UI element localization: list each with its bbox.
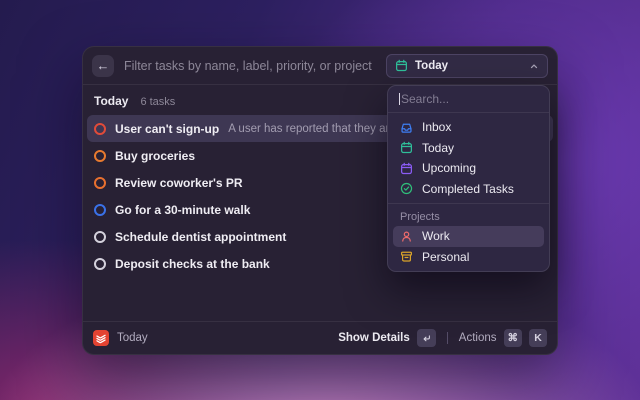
filter-tasks-input[interactable] (124, 59, 376, 73)
task-count: 6 tasks (140, 96, 175, 108)
archive-box-icon (400, 250, 413, 263)
calendar-today-icon (395, 59, 408, 72)
task-title: Schedule dentist appointment (115, 230, 286, 244)
command-key: ⌘ (504, 329, 523, 347)
dropdown-item-label: Upcoming (422, 161, 476, 175)
return-key-icon (417, 329, 436, 347)
chevron-up-icon (529, 61, 539, 71)
dropdown-item-completed-tasks[interactable]: Completed Tasks (393, 179, 544, 200)
task-checkbox-circle[interactable] (94, 150, 106, 162)
footer-context-label: Today (117, 332, 148, 344)
dropdown-item-project-personal[interactable]: Personal (393, 247, 544, 268)
show-details-button[interactable]: Show Details (338, 329, 436, 347)
view-filter-label: Today (415, 60, 522, 72)
actions-label: Actions (459, 332, 497, 344)
task-checkbox-circle[interactable] (94, 258, 106, 270)
dropdown-item-project-work[interactable]: Work (393, 226, 544, 247)
check-circle-icon (400, 182, 413, 195)
k-key: K (529, 329, 547, 347)
footer-divider (447, 332, 448, 344)
dropdown-item-label: Work (422, 229, 450, 243)
back-button[interactable]: ← (92, 55, 114, 77)
back-arrow-icon: ← (97, 59, 110, 72)
dropdown-item-label: Inbox (422, 120, 451, 134)
task-title: Buy groceries (115, 149, 195, 163)
dropdown-item-inbox[interactable]: Inbox (393, 117, 544, 138)
show-details-label: Show Details (338, 332, 410, 344)
calendar-upcoming-icon (400, 162, 413, 175)
inbox-icon (400, 121, 413, 134)
text-cursor (399, 93, 400, 105)
view-filter-dropdown-button[interactable]: Today (386, 54, 548, 78)
task-title: User can't sign-up (115, 122, 219, 136)
dropdown-item-label: Completed Tasks (422, 182, 514, 196)
projects-group: Work Personal (388, 226, 549, 271)
task-checkbox-circle[interactable] (94, 177, 106, 189)
task-checkbox-circle[interactable] (94, 231, 106, 243)
footer-bar: Today Show Details Actions ⌘ K (83, 321, 557, 354)
todoist-logo (93, 330, 109, 346)
view-filter-dropdown-panel: Search... Inbox Today (387, 85, 550, 272)
task-checkbox-circle[interactable] (94, 204, 106, 216)
projects-section-label: Projects (388, 204, 549, 226)
views-group: Inbox Today Upcoming (388, 113, 549, 203)
task-title: Review coworker's PR (115, 176, 243, 190)
filter-bar: ← Today (83, 47, 557, 85)
dropdown-item-label: Personal (422, 250, 469, 264)
dropdown-search-input[interactable]: Search... (388, 86, 549, 113)
actions-button[interactable]: Actions ⌘ K (459, 329, 547, 347)
person-icon (400, 230, 413, 243)
task-checkbox-circle[interactable] (94, 123, 106, 135)
dropdown-item-label: Today (422, 141, 454, 155)
dropdown-item-today[interactable]: Today (393, 138, 544, 159)
dropdown-search-placeholder: Search... (401, 92, 449, 106)
task-title: Go for a 30-minute walk (115, 203, 250, 217)
calendar-today-icon (400, 141, 413, 154)
dropdown-item-upcoming[interactable]: Upcoming (393, 158, 544, 179)
list-section-title: Today (94, 94, 128, 108)
task-title: Deposit checks at the bank (115, 257, 270, 271)
